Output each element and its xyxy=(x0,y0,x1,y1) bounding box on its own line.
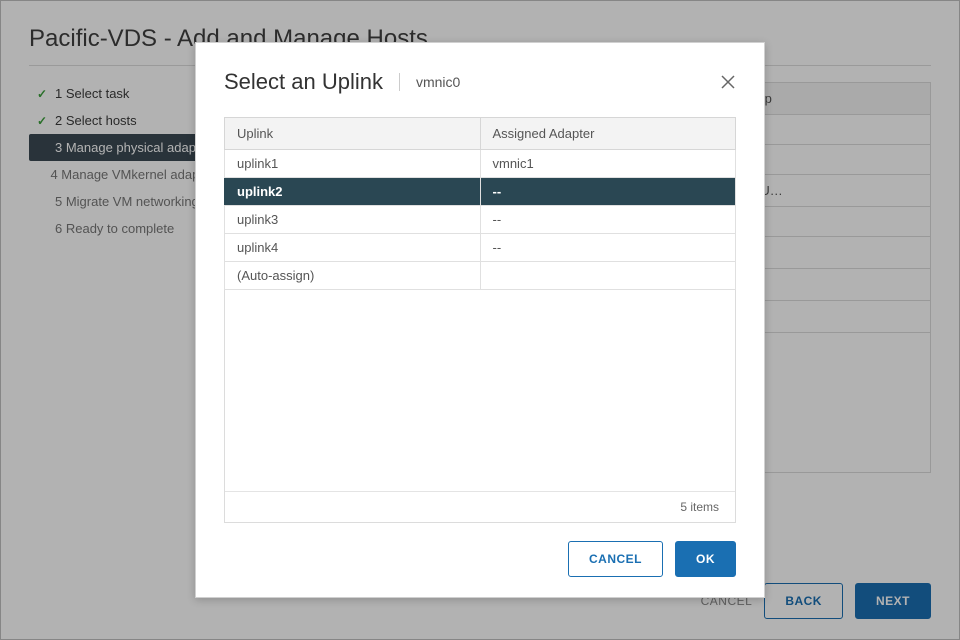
divider xyxy=(399,73,400,91)
uplink-row[interactable]: uplink3 -- xyxy=(225,206,736,234)
cancel-button[interactable]: CANCEL xyxy=(568,541,663,577)
adapter-cell: -- xyxy=(480,234,736,262)
adapter-cell: -- xyxy=(480,178,736,206)
ok-button[interactable]: OK xyxy=(675,541,736,577)
modal-title: Select an Uplink xyxy=(224,69,383,95)
uplink-cell: uplink3 xyxy=(225,206,481,234)
uplink-cell: uplink4 xyxy=(225,234,481,262)
uplink-row[interactable]: (Auto-assign) xyxy=(225,262,736,290)
adapter-cell: -- xyxy=(480,206,736,234)
uplink-list-body: 5 items xyxy=(224,290,736,523)
col-adapter: Assigned Adapter xyxy=(480,118,736,150)
col-uplink: Uplink xyxy=(225,118,481,150)
uplink-row[interactable]: uplink4 -- xyxy=(225,234,736,262)
uplink-cell: uplink1 xyxy=(225,150,481,178)
adapter-cell xyxy=(480,262,736,290)
select-uplink-modal: Select an Uplink vmnic0 Uplink Assigned … xyxy=(195,42,765,598)
uplink-cell: uplink2 xyxy=(225,178,481,206)
modal-header: Select an Uplink vmnic0 xyxy=(224,69,736,95)
uplink-cell: (Auto-assign) xyxy=(225,262,481,290)
uplink-row[interactable]: uplink1 vmnic1 xyxy=(225,150,736,178)
modal-footer: CANCEL OK xyxy=(224,523,736,577)
uplink-table: Uplink Assigned Adapter uplink1 vmnic1 u… xyxy=(224,117,736,290)
uplink-row[interactable]: uplink2 -- xyxy=(225,178,736,206)
modal-subject: vmnic0 xyxy=(416,74,460,90)
close-icon[interactable] xyxy=(720,74,736,90)
list-footer: 5 items xyxy=(225,491,735,522)
adapter-cell: vmnic1 xyxy=(480,150,736,178)
